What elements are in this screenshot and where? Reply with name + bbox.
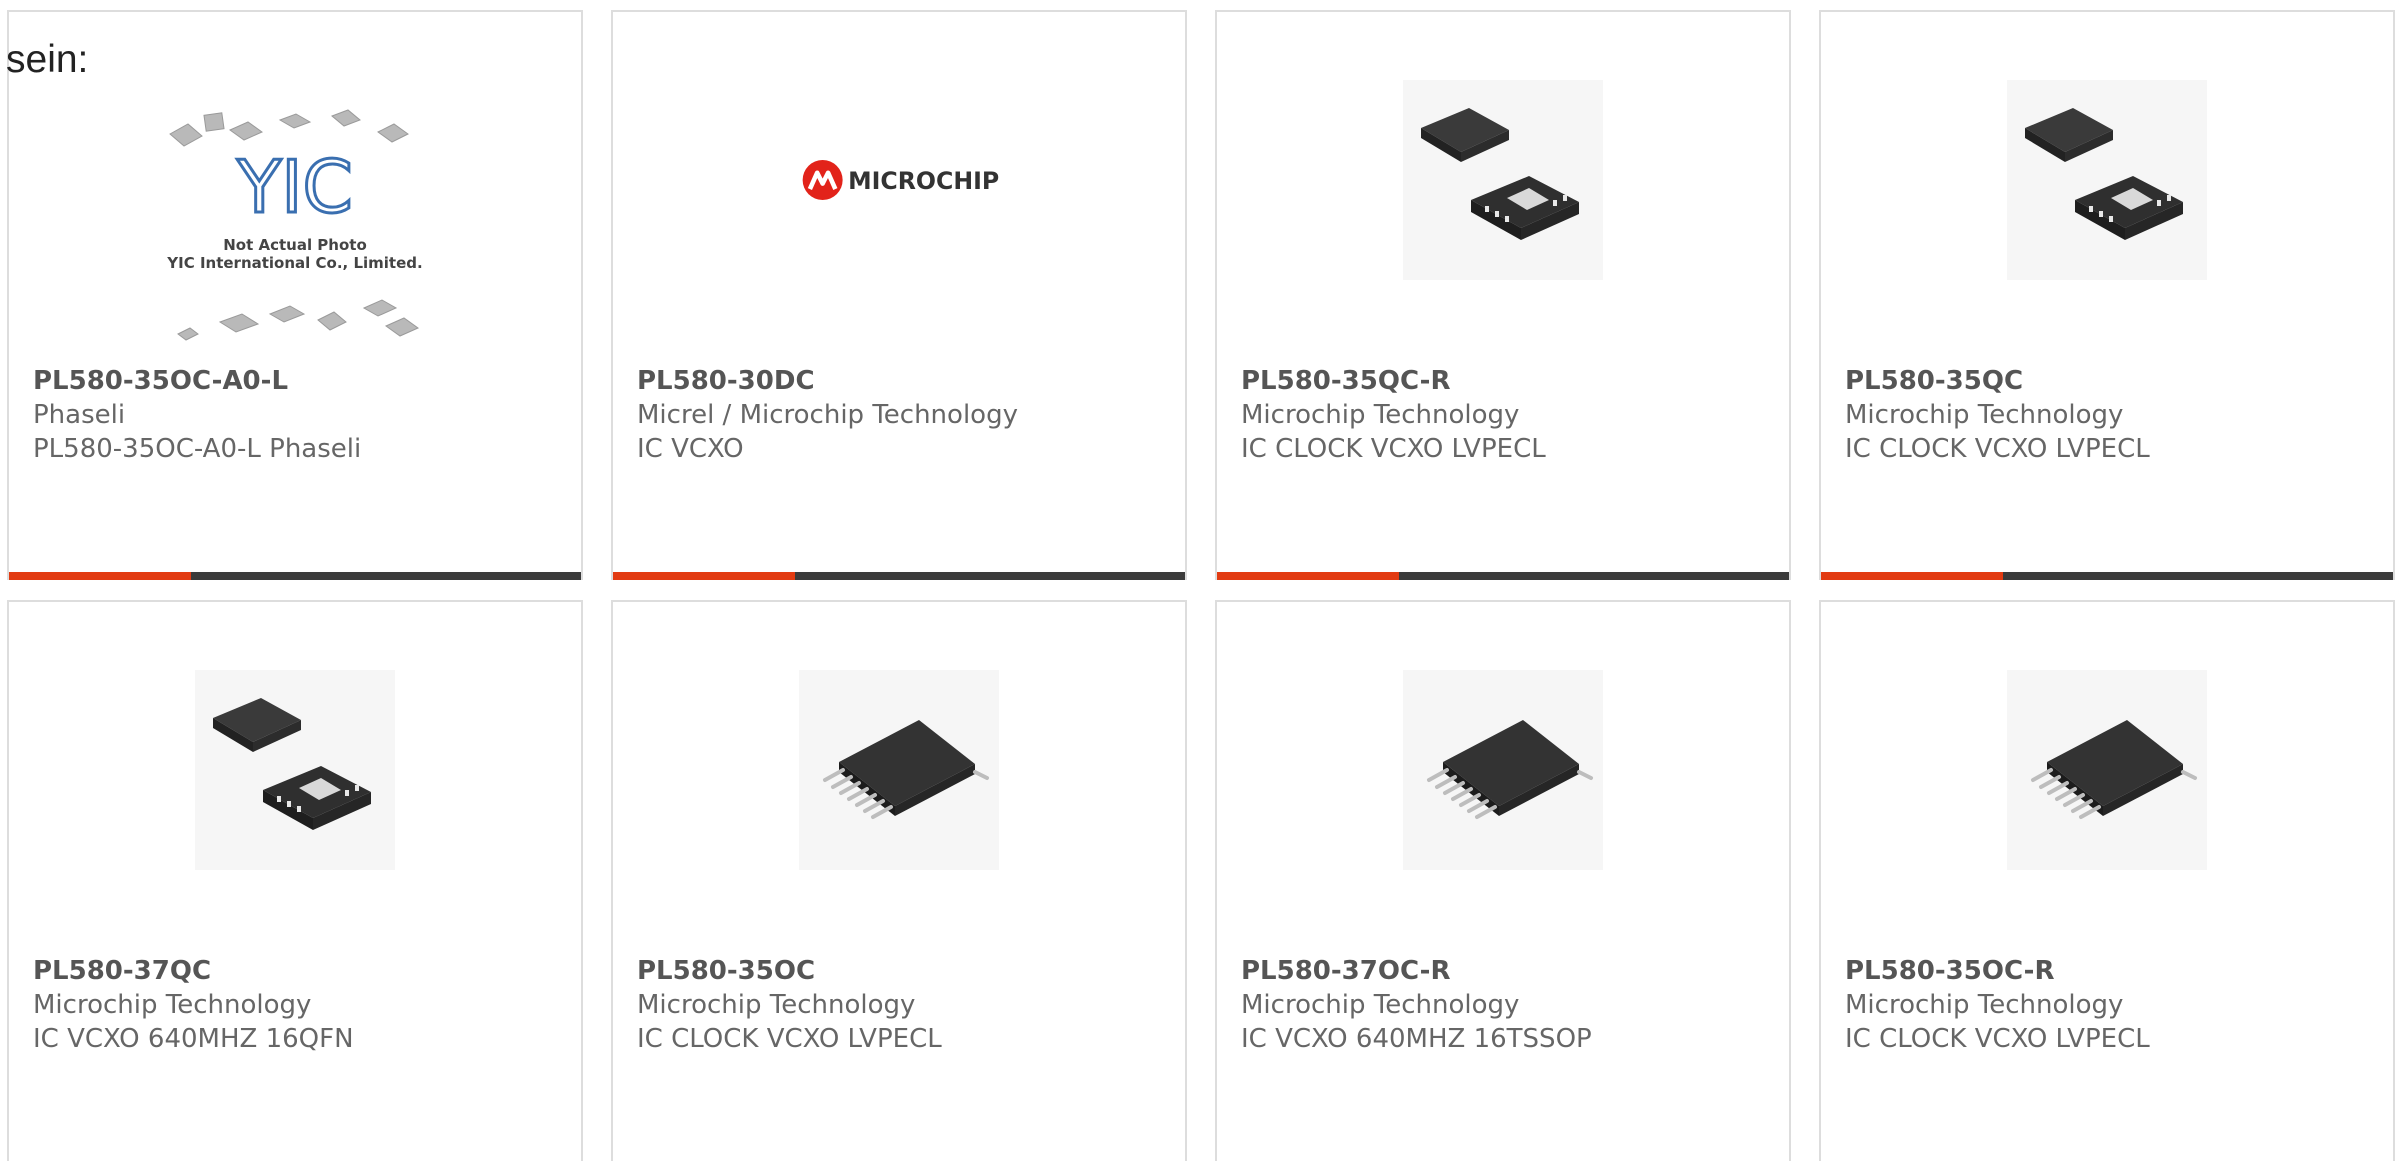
microchip-logo-image[interactable]: MICROCHIP — [799, 80, 999, 280]
description: IC CLOCK VCXO LVPECL — [1845, 1024, 2150, 1054]
description: IC VCXO — [637, 434, 744, 464]
svg-text:MICROCHIP: MICROCHIP — [848, 167, 999, 195]
product-card[interactable]: MICROCHIP PL580-30DC Micrel / Microchip … — [611, 10, 1187, 580]
part-number-link[interactable]: PL580-35OC — [637, 954, 1173, 988]
product-info: PL580-30DC Micrel / Microchip Technology… — [637, 364, 1173, 466]
microchip-logo-icon: MICROCHIP — [802, 160, 999, 200]
product-card[interactable]: PL580-35QC-R Microchip Technology IC CLO… — [1215, 10, 1791, 580]
description: IC VCXO 640MHZ 16TSSOP — [1241, 1024, 1592, 1054]
product-info: PL580-35QC-R Microchip Technology IC CLO… — [1241, 364, 1777, 466]
description: IC CLOCK VCXO LVPECL — [637, 1024, 942, 1054]
manufacturer: Microchip Technology — [1845, 990, 2124, 1020]
part-number-link[interactable]: PL580-37QC — [33, 954, 569, 988]
qfn-chip-image[interactable] — [1403, 80, 1603, 280]
product-info: PL580-37QC Microchip Technology IC VCXO … — [33, 954, 569, 1056]
manufacturer: Microchip Technology — [1845, 400, 2124, 430]
manufacturer: Microchip Technology — [637, 990, 916, 1020]
part-number-link[interactable]: PL580-37OC-R — [1241, 954, 1777, 988]
tssop-chip-icon — [799, 670, 999, 870]
card-bottom-bar — [9, 572, 581, 580]
product-card[interactable]: PL580-37OC-R Microchip Technology IC VCX… — [1215, 600, 1791, 1161]
manufacturer: Microchip Technology — [33, 990, 312, 1020]
product-card[interactable]: PL580-37QC Microchip Technology IC VCXO … — [7, 600, 583, 1161]
manufacturer: Microchip Technology — [1241, 400, 1520, 430]
tssop-chip-icon — [2007, 670, 2207, 870]
card-accent-bar — [613, 572, 795, 580]
description: PL580-35OC-A0-L Phaseli — [33, 434, 362, 464]
card-bottom-bar — [1217, 572, 1789, 580]
part-number-link[interactable]: PL580-35QC-R — [1241, 364, 1777, 398]
chip-collage-icon: YIC Not Actual Photo YIC International C… — [166, 109, 423, 341]
tssop-chip-image[interactable] — [2007, 670, 2207, 870]
part-number-link[interactable]: PL580-30DC — [637, 364, 1173, 398]
product-info: PL580-35OC-A0-L Phaseli PL580-35OC-A0-L … — [33, 364, 569, 466]
product-info: PL580-35OC Microchip Technology IC CLOCK… — [637, 954, 1173, 1056]
product-card[interactable]: PL580-35QC Microchip Technology IC CLOCK… — [1819, 10, 2395, 580]
qfn-chip-icon — [195, 670, 395, 870]
svg-text:YIC: YIC — [236, 145, 353, 229]
manufacturer: Microchip Technology — [1241, 990, 1520, 1020]
svg-text:Not Actual Photo: Not Actual Photo — [223, 236, 367, 254]
product-info: PL580-35OC-R Microchip Technology IC CLO… — [1845, 954, 2381, 1056]
product-card[interactable]: PL580-35OC-R Microchip Technology IC CLO… — [1819, 600, 2395, 1161]
part-number-link[interactable]: PL580-35OC-R — [1845, 954, 2381, 988]
part-number-link[interactable]: PL580-35OC-A0-L — [33, 364, 569, 398]
intro-text: sein: — [6, 38, 89, 81]
tssop-chip-image[interactable] — [1403, 670, 1603, 870]
product-card[interactable]: YIC Not Actual Photo YIC International C… — [7, 10, 583, 580]
manufacturer: Micrel / Microchip Technology — [637, 400, 1018, 430]
card-accent-bar — [1217, 572, 1399, 580]
card-accent-bar — [9, 572, 191, 580]
qfn-chip-icon — [1403, 80, 1603, 280]
description: IC VCXO 640MHZ 16QFN — [33, 1024, 354, 1054]
svg-text:YIC International Co., Limited: YIC International Co., Limited. — [166, 254, 422, 272]
qfn-chip-icon — [2007, 80, 2207, 280]
product-info: PL580-35QC Microchip Technology IC CLOCK… — [1845, 364, 2381, 466]
card-accent-bar — [1821, 572, 2003, 580]
product-grid-page: sein: YIC Not Actual Photo YIC Internati… — [0, 0, 2400, 1161]
product-card[interactable]: PL580-35OC Microchip Technology IC CLOCK… — [611, 600, 1187, 1161]
tssop-chip-icon — [1403, 670, 1603, 870]
tssop-chip-image[interactable] — [799, 670, 999, 870]
part-number-link[interactable]: PL580-35QC — [1845, 364, 2381, 398]
card-bottom-bar — [1821, 572, 2393, 580]
product-info: PL580-37OC-R Microchip Technology IC VCX… — [1241, 954, 1777, 1056]
placeholder-image[interactable]: YIC Not Actual Photo YIC International C… — [150, 102, 440, 342]
card-bottom-bar — [613, 572, 1185, 580]
description: IC CLOCK VCXO LVPECL — [1845, 434, 2150, 464]
description: IC CLOCK VCXO LVPECL — [1241, 434, 1546, 464]
qfn-chip-image[interactable] — [2007, 80, 2207, 280]
qfn-chip-image[interactable] — [195, 670, 395, 870]
manufacturer: Phaseli — [33, 400, 126, 430]
